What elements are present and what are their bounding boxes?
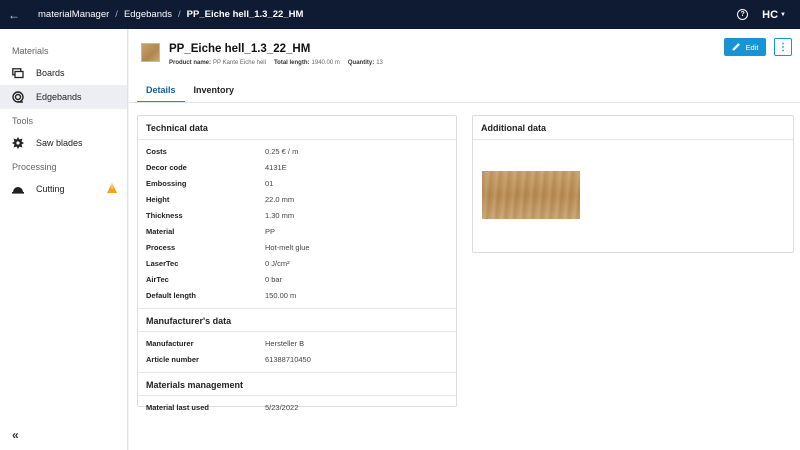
- manufacturer-data-heading: Manufacturer's data: [138, 308, 456, 332]
- manufacturer-data-list: Manufacturer Hersteller B Article number 6…: [138, 332, 456, 372]
- sidebar-item-label: Edgebands: [36, 92, 82, 102]
- logo: HC: [762, 8, 779, 21]
- material-thumbnail: [141, 43, 160, 62]
- user-menu[interactable]: HC ▼: [762, 9, 786, 21]
- cutting-icon: [12, 183, 24, 195]
- details-card: Technical data Costs 0.25 € / m Decor cod…: [137, 115, 457, 412]
- tab-inventory[interactable]: Inventory: [185, 81, 244, 103]
- breadcrumb-item-current: PP_Eiche hell_1.3_22_HM: [186, 9, 304, 20]
- list-item: Manufacturer Hersteller B: [146, 339, 305, 348]
- material-meta: Product name: PP Kante Eiche hell Total l…: [169, 60, 383, 66]
- help-icon[interactable]: ?: [737, 9, 749, 20]
- edit-button[interactable]: Edit: [724, 38, 766, 56]
- tab-bar: Details Inventory: [137, 81, 243, 103]
- sidebar-section-tools: Tools: [12, 116, 34, 126]
- sidebar-item-label: Saw blades: [36, 138, 83, 148]
- breadcrumb-item-root[interactable]: materialManager: [38, 9, 109, 20]
- more-options-button[interactable]: ⋮: [774, 38, 792, 56]
- breadcrumb-separator: /: [178, 9, 181, 20]
- edit-button-label: Edit: [745, 42, 759, 52]
- sidebar-section-materials: Materials: [12, 46, 49, 56]
- materials-management-list: Material last used 5/23/2022: [138, 396, 456, 420]
- arrow-left-icon[interactable]: ←: [0, 8, 28, 22]
- sidebar-item-label: Boards: [36, 68, 65, 78]
- main-content: PP_Eiche hell_1.3_22_HM Product name: PP …: [129, 29, 800, 450]
- sidebar-item-label: Cutting: [36, 184, 65, 194]
- decor-image: [482, 171, 580, 219]
- list-item: Decor code 4131E: [146, 163, 287, 172]
- sidebar-item-edgebands[interactable]: Edgebands: [0, 85, 127, 109]
- list-item: Costs 0.25 € / m: [146, 147, 299, 156]
- tab-details[interactable]: Details: [137, 81, 185, 103]
- list-item: Process Hot-melt glue: [146, 243, 310, 252]
- pencil-icon: [732, 42, 741, 53]
- sidebar-item-boards[interactable]: Boards: [0, 61, 127, 85]
- meta-quantity: Quantity: 13: [347, 60, 383, 66]
- vertical-dots-icon: ⋮: [778, 41, 788, 53]
- materials-management-heading: Materials management: [138, 372, 456, 396]
- edgeband-icon: [12, 91, 24, 103]
- tab-divider: [129, 102, 800, 103]
- list-item: Thickness 1.30 mm: [146, 211, 295, 220]
- top-bar: ← materialManager / Edgebands / PP_Eiche…: [0, 0, 800, 29]
- material-header: PP_Eiche hell_1.3_22_HM Product name: PP …: [141, 43, 383, 66]
- sidebar-section-processing: Processing: [12, 162, 57, 172]
- meta-total-length: Total length: 1940.00 m: [273, 60, 340, 66]
- list-item: Default length 150.00 m: [146, 291, 297, 300]
- sidebar-item-saw-blades[interactable]: Saw blades: [0, 131, 127, 155]
- sidebar-item-cutting[interactable]: Cutting !: [0, 177, 127, 201]
- meta-product-name: Product name: PP Kante Eiche hell: [169, 60, 266, 66]
- breadcrumb-separator: /: [115, 9, 118, 20]
- additional-data-card: Additional data: [472, 115, 794, 253]
- list-item: AirTec 0 bar: [146, 275, 283, 284]
- double-chevron-left-icon[interactable]: «: [12, 428, 19, 442]
- list-item: LaserTec 0 J/cm²: [146, 259, 290, 268]
- warning-icon: !: [107, 183, 117, 193]
- board-icon: [12, 67, 24, 79]
- breadcrumb: materialManager / Edgebands / PP_Eiche h…: [38, 9, 303, 20]
- chevron-down-icon: ▼: [780, 11, 786, 18]
- list-item: Embossing 01: [146, 179, 274, 188]
- technical-data-heading: Technical data: [138, 116, 456, 140]
- list-item: Article number 61388710450: [146, 355, 311, 364]
- list-item: Height 22.0 mm: [146, 195, 295, 204]
- list-item: Material PP: [146, 227, 276, 236]
- sidebar: Materials Boards Edgebands Tools Saw bla…: [0, 29, 128, 450]
- saw-blade-icon: [12, 137, 24, 149]
- additional-data-heading: Additional data: [473, 116, 793, 140]
- technical-data-list: Costs 0.25 € / m Decor code 4131E Embossin…: [138, 140, 456, 308]
- page-title: PP_Eiche hell_1.3_22_HM: [169, 43, 311, 55]
- list-item: Material last used 5/23/2022: [146, 403, 299, 412]
- breadcrumb-item-edgebands[interactable]: Edgebands: [124, 9, 172, 20]
